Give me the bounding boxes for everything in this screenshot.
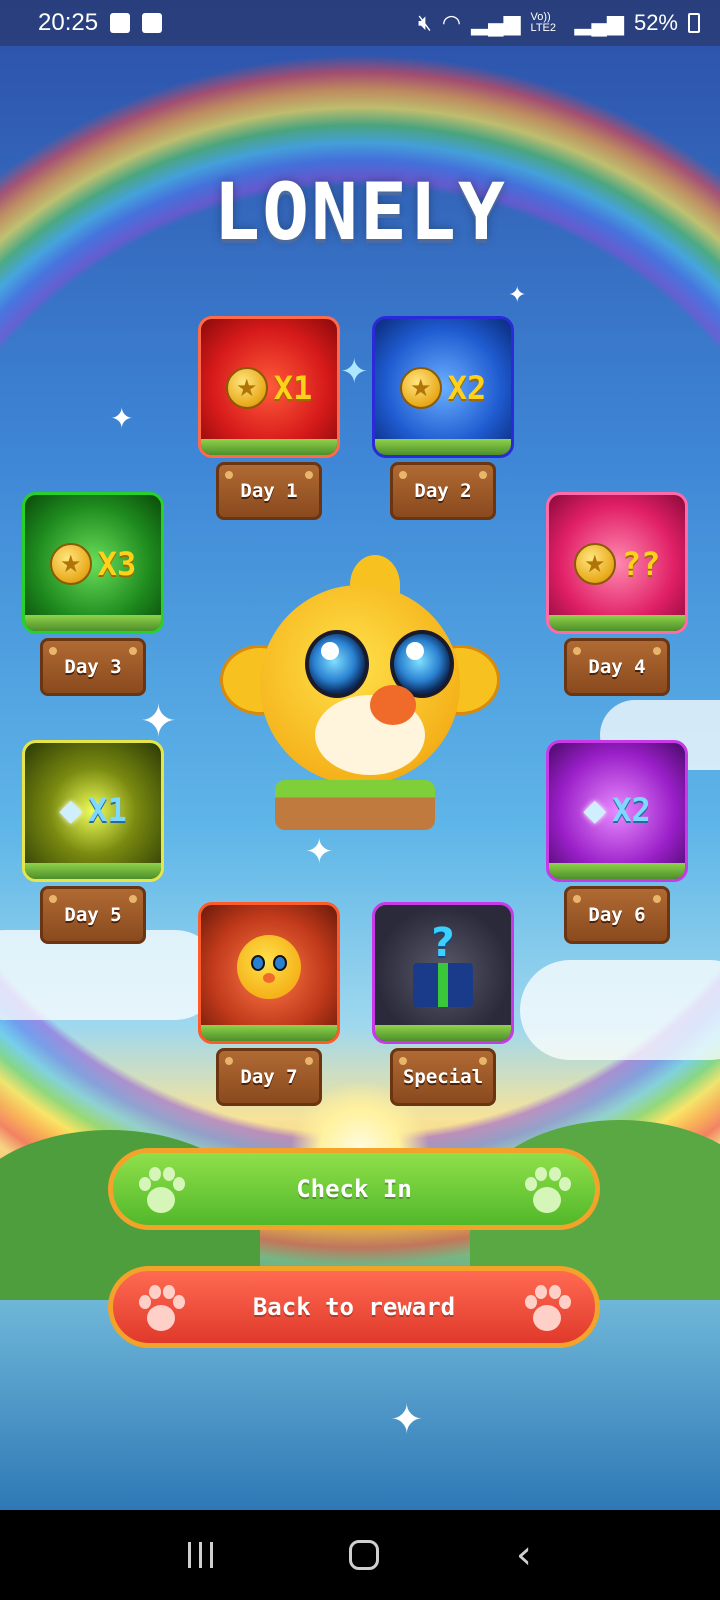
chick-mascot <box>220 545 500 835</box>
back-to-reward-label: Back to reward <box>252 1293 456 1321</box>
coin-icon: ★ <box>399 367 442 409</box>
reward-day-5[interactable]: ◆ X1 Day 5 <box>22 740 164 950</box>
image-icon <box>110 13 131 33</box>
grass <box>25 863 161 879</box>
reward-tile: ◆ X2 <box>546 740 688 882</box>
reward-day-6[interactable]: ◆ X2 Day 6 <box>546 740 688 950</box>
reward-day-7[interactable]: Day 7 <box>198 902 340 1112</box>
reward-day-3[interactable]: ★ X3 Day 3 <box>22 492 164 702</box>
battery-percent: 52% <box>633 10 678 35</box>
sparkle-icon: ✦ <box>140 696 177 747</box>
day-label: Day 1 <box>216 462 322 520</box>
paw-icon <box>521 1167 573 1219</box>
grass <box>201 439 337 455</box>
grass <box>201 1025 337 1041</box>
check-icon <box>142 13 163 33</box>
day-label: Day 7 <box>216 1048 322 1106</box>
paw-icon <box>135 1285 187 1337</box>
day-label: Day 4 <box>564 638 670 696</box>
grass <box>549 615 685 631</box>
reward-multiplier: X1 <box>273 369 313 407</box>
grass <box>549 863 685 879</box>
reward-multiplier: ?? <box>621 545 661 583</box>
grass-platform <box>275 780 435 830</box>
grass <box>25 615 161 631</box>
check-in-button[interactable]: Check In <box>108 1148 600 1230</box>
reward-tile: ★ X2 <box>372 316 514 458</box>
back-to-reward-button[interactable]: Back to reward <box>108 1266 600 1348</box>
reward-day-1[interactable]: ★ X1 Day 1 <box>198 316 340 526</box>
gift-box-icon <box>413 963 473 1007</box>
battery-icon <box>688 13 700 33</box>
cloud <box>520 960 720 1060</box>
mute-icon: 🔇︎ <box>418 10 432 35</box>
reward-multiplier: X3 <box>97 545 137 583</box>
reward-multiplier: X2 <box>447 369 487 407</box>
recents-icon[interactable] <box>188 1542 214 1568</box>
day-label: Day 2 <box>390 462 496 520</box>
grass <box>375 439 511 455</box>
day-label: Special <box>390 1048 496 1106</box>
reward-tile: ★ X3 <box>22 492 164 634</box>
paw-icon <box>135 1167 187 1219</box>
day-label: Day 5 <box>40 886 146 944</box>
coin-icon: ★ <box>573 543 616 585</box>
paw-icon <box>521 1285 573 1337</box>
chick-icon <box>237 935 301 999</box>
check-in-label: Check In <box>296 1175 412 1203</box>
volte-icon: Vo)) LTE2 <box>530 11 556 34</box>
wifi-icon: ◠ <box>441 10 462 35</box>
sparkle-icon: ✦ <box>340 352 369 392</box>
status-bar: 20:25 🔇︎ ◠ ▂▄▆ Vo)) LTE2 ▂▄▆ 52% <box>0 0 720 46</box>
home-icon[interactable] <box>349 1540 380 1570</box>
status-time: 20:25 <box>38 9 99 36</box>
sparkle-icon: ✦ <box>305 832 334 872</box>
signal-icon: ▂▄▆ <box>574 10 624 35</box>
reward-tile <box>198 902 340 1044</box>
reward-tile: ★ X1 <box>198 316 340 458</box>
question-mark-icon: ? <box>431 920 455 966</box>
game-title: LONELY <box>213 168 507 258</box>
reward-day-4[interactable]: ★ ?? Day 4 <box>546 492 688 702</box>
reward-tile: ◆ X1 <box>22 740 164 882</box>
day-label: Day 6 <box>564 886 670 944</box>
reward-day-2[interactable]: ★ X2 Day 2 <box>372 316 514 526</box>
system-nav-bar: ‹ <box>0 1510 720 1600</box>
signal-icon: ▂▄▆ <box>471 10 521 35</box>
sparkle-icon: ✦ <box>390 1397 424 1443</box>
reward-tile: ★ ?? <box>546 492 688 634</box>
coin-icon: ★ <box>225 367 268 409</box>
eye <box>305 630 369 698</box>
diamond-icon: ◆ <box>583 792 607 828</box>
sparkle-icon: ✦ <box>110 402 134 435</box>
reward-multiplier: X2 <box>612 791 651 829</box>
beak <box>370 685 416 725</box>
reward-tile: ? <box>372 902 514 1044</box>
reward-multiplier: X1 <box>88 791 127 829</box>
grass <box>375 1025 511 1041</box>
diamond-icon: ◆ <box>59 792 83 828</box>
sparkle-icon: ✦ <box>508 283 527 308</box>
day-label: Day 3 <box>40 638 146 696</box>
coin-icon: ★ <box>49 543 92 585</box>
reward-special[interactable]: ? Special <box>372 902 514 1112</box>
back-icon[interactable]: ‹ <box>516 1535 532 1575</box>
